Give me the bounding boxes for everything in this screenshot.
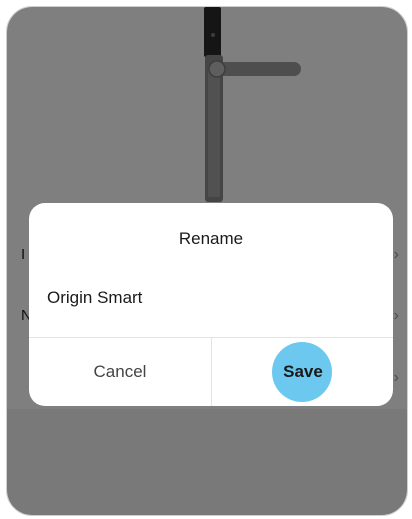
save-button[interactable]: Save <box>212 338 393 406</box>
dialog-title: Rename <box>178 229 244 248</box>
name-input[interactable] <box>47 283 375 313</box>
cancel-button[interactable]: Cancel <box>29 338 211 406</box>
rename-dialog: Rename Cancel Save <box>29 203 393 406</box>
save-button-label: Save <box>283 362 323 381</box>
phone-screen: I › N › › Rename Cancel Save <box>6 6 408 516</box>
cancel-button-label: Cancel <box>93 362 147 381</box>
